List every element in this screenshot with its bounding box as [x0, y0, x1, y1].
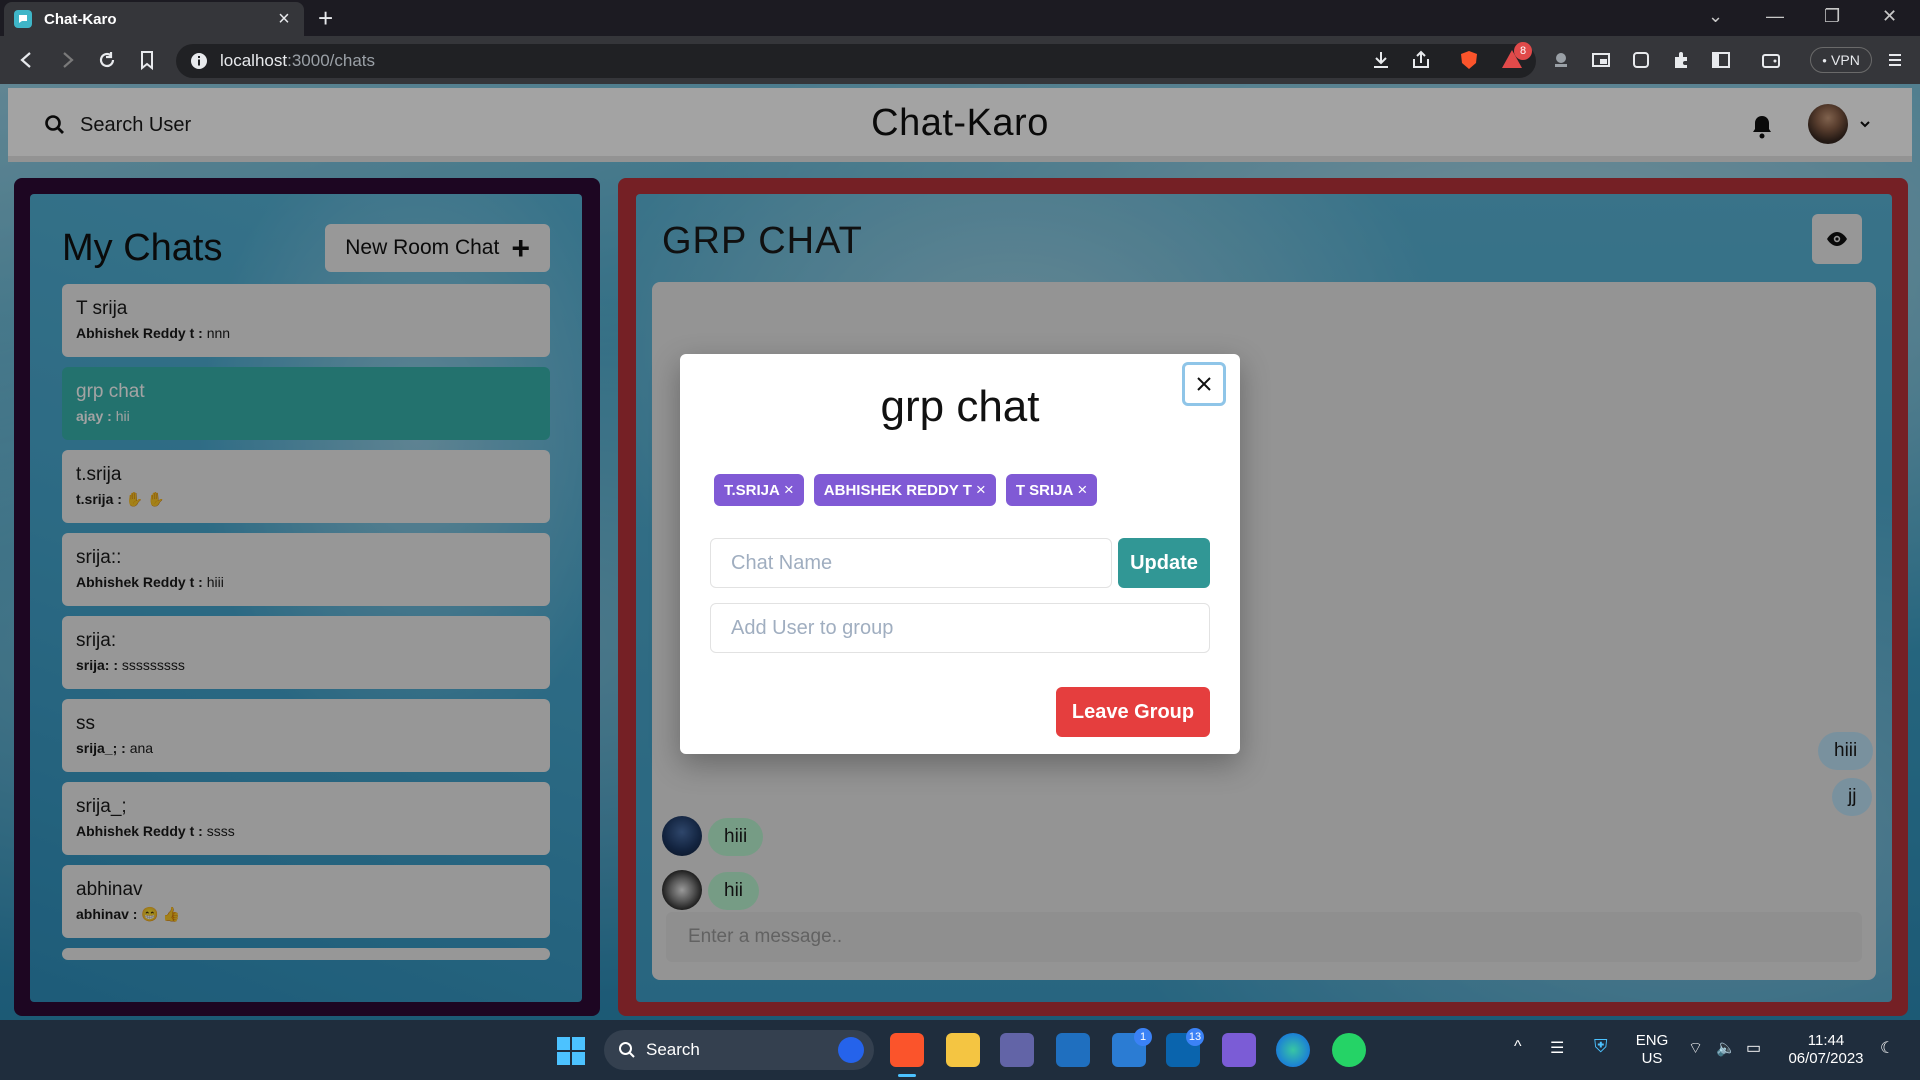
- clock-date: 06/07/2023: [1788, 1050, 1864, 1067]
- member-tag[interactable]: ABHISHEK REDDY T ×: [813, 474, 996, 506]
- screen-capture-icon[interactable]: [1630, 49, 1652, 71]
- minimize-icon[interactable]: —: [1766, 6, 1784, 27]
- clipchamp-icon[interactable]: [1222, 1033, 1256, 1067]
- clock[interactable]: 11:44 06/07/2023: [1784, 1032, 1868, 1068]
- vpn-label: VPN: [1831, 52, 1860, 68]
- file-explorer-icon[interactable]: [946, 1033, 980, 1067]
- menu-icon[interactable]: [1884, 49, 1906, 71]
- brave-shield-icon[interactable]: [1458, 49, 1480, 71]
- edge-icon[interactable]: [1276, 1033, 1310, 1067]
- windows-taskbar: Search 1 13 ^ ☰ ⛨ ENG US ⌔ 🔈 ▭ 11:44 06/…: [0, 1020, 1920, 1080]
- forward-icon[interactable]: [56, 49, 78, 71]
- modal-title: grp chat: [880, 382, 1040, 431]
- remove-member-icon[interactable]: ×: [784, 480, 794, 500]
- remove-member-icon[interactable]: ×: [976, 480, 986, 500]
- member-tag-label: T.SRIJA: [724, 481, 780, 499]
- clock-time: 11:44: [1807, 1032, 1845, 1049]
- tray-chevron-up-icon[interactable]: ^: [1514, 1038, 1522, 1056]
- tab-close-icon[interactable]: ×: [274, 9, 294, 29]
- chat-page: Search User Chat-Karo My Chats New Room …: [0, 84, 1920, 1020]
- language-label: ENG: [1635, 1032, 1669, 1049]
- bing-icon: [838, 1037, 864, 1063]
- member-tag-label: ABHISHEK REDDY T: [823, 481, 972, 499]
- wallet-icon[interactable]: [1760, 49, 1782, 71]
- windows-start-icon[interactable]: [556, 1036, 586, 1066]
- battery-icon[interactable]: ▭: [1746, 1038, 1761, 1058]
- modal-close-button[interactable]: [1182, 362, 1226, 406]
- tab-title: Chat-Karo: [44, 10, 117, 28]
- add-user-input[interactable]: Add User to group: [710, 603, 1210, 653]
- mail-badge: 13: [1186, 1028, 1204, 1046]
- browser-tab-bar: Chat-Karo × + ⌄ — ❐ ✕: [0, 0, 1920, 36]
- share-icon[interactable]: [1410, 49, 1432, 71]
- teams-icon[interactable]: [1000, 1033, 1034, 1067]
- taskbar-search-label: Search: [646, 1040, 700, 1059]
- volume-icon[interactable]: 🔈: [1716, 1038, 1736, 1058]
- close-icon: [1197, 377, 1211, 391]
- language-indicator[interactable]: ENG US: [1632, 1032, 1672, 1068]
- sidebar-icon[interactable]: [1710, 49, 1732, 71]
- rewards-badge: 8: [1514, 42, 1532, 60]
- group-settings-modal: grp chat T.SRIJA × ABHISHEK REDDY T × T SR…: [680, 354, 1240, 754]
- defender-icon[interactable]: ⛨: [1594, 1036, 1608, 1057]
- focus-assist-icon[interactable]: ☾: [1880, 1038, 1894, 1058]
- tab-search-chevron-icon[interactable]: ⌄: [1708, 6, 1723, 27]
- member-tag[interactable]: T.SRIJA ×: [714, 474, 804, 506]
- download-icon[interactable]: [1370, 49, 1392, 71]
- picture-in-picture-icon[interactable]: [1590, 49, 1612, 71]
- address-bar[interactable]: localhost:3000/chats: [176, 44, 1536, 78]
- taskbar-search-icon: [619, 1042, 635, 1058]
- browser-toolbar: localhost:3000/chats 8 ● VPN: [0, 36, 1920, 84]
- notification-center-icon[interactable]: ☰: [1550, 1038, 1564, 1058]
- vpn-button[interactable]: ● VPN: [1810, 47, 1872, 73]
- brave-browser-icon[interactable]: [890, 1033, 924, 1067]
- remove-member-icon[interactable]: ×: [1077, 480, 1087, 500]
- chat-name-input[interactable]: Chat Name: [710, 538, 1112, 588]
- vpn-status-dot-icon: ●: [1822, 55, 1828, 65]
- brave-rewards[interactable]: 8: [1500, 42, 1532, 75]
- reload-icon[interactable]: [96, 49, 118, 71]
- region-label: US: [1641, 1050, 1663, 1067]
- vscode-icon[interactable]: [1056, 1033, 1090, 1067]
- back-icon[interactable]: [16, 49, 38, 71]
- url-text: localhost:3000/chats: [220, 51, 376, 70]
- site-info-icon[interactable]: [190, 52, 208, 70]
- todo-badge: 1: [1134, 1028, 1152, 1046]
- chat-favicon-icon: [14, 10, 32, 28]
- window-close-icon[interactable]: ✕: [1882, 6, 1897, 27]
- wifi-icon[interactable]: ⌔: [1688, 1038, 1703, 1058]
- new-tab-icon[interactable]: +: [318, 4, 333, 32]
- member-tags: T.SRIJA × ABHISHEK REDDY T × T SRIJA ×: [714, 474, 1098, 506]
- browser-tab[interactable]: Chat-Karo ×: [4, 2, 304, 36]
- bookmark-icon[interactable]: [136, 49, 158, 71]
- member-tag-label: T SRIJA: [1015, 481, 1074, 499]
- member-tag[interactable]: T SRIJA ×: [1005, 474, 1098, 506]
- update-button[interactable]: Update: [1118, 538, 1210, 588]
- leave-group-button[interactable]: Leave Group: [1056, 687, 1210, 737]
- whatsapp-icon[interactable]: [1332, 1033, 1366, 1067]
- extension-icon[interactable]: [1550, 49, 1572, 71]
- restore-icon[interactable]: ❐: [1824, 6, 1840, 27]
- puzzle-icon[interactable]: [1670, 49, 1692, 71]
- taskbar-search[interactable]: Search: [604, 1030, 874, 1070]
- active-app-indicator: [898, 1074, 916, 1077]
